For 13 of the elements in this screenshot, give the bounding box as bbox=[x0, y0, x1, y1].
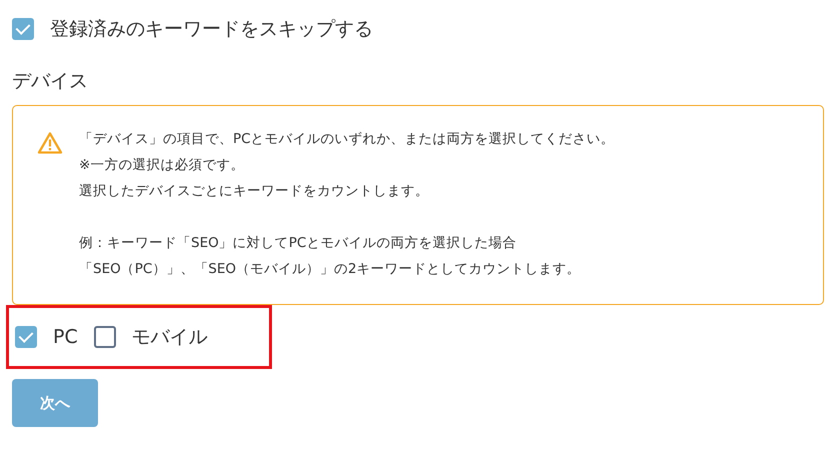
checkbox[interactable] bbox=[12, 18, 34, 40]
notice-text: ※一方の選択は必須です。 bbox=[79, 156, 246, 176]
notice-text: 選択したデバイスごとにキーワードをカウントします。 bbox=[79, 182, 430, 202]
warning-icon bbox=[37, 130, 63, 154]
checkbox-label: 登録済みのキーワードをスキップする bbox=[50, 18, 373, 41]
checkbox[interactable] bbox=[15, 326, 37, 348]
checkbox-label: PC bbox=[53, 326, 78, 349]
section-title: デバイス bbox=[12, 68, 89, 94]
notice-text: 「デバイス」の項目で、PCとモバイルのいずれか、または両方を選択してください。 bbox=[79, 130, 615, 150]
checkbox[interactable] bbox=[94, 326, 116, 348]
notice-text: 「SEO（PC）」、「SEO（モバイル）」の2キーワードとしてカウントします。 bbox=[79, 260, 582, 280]
checkbox-label: モバイル bbox=[132, 326, 208, 349]
notice-text: 例：キーワード「SEO」に対してPCとモバイルの両方を選択した場合 bbox=[79, 234, 518, 254]
